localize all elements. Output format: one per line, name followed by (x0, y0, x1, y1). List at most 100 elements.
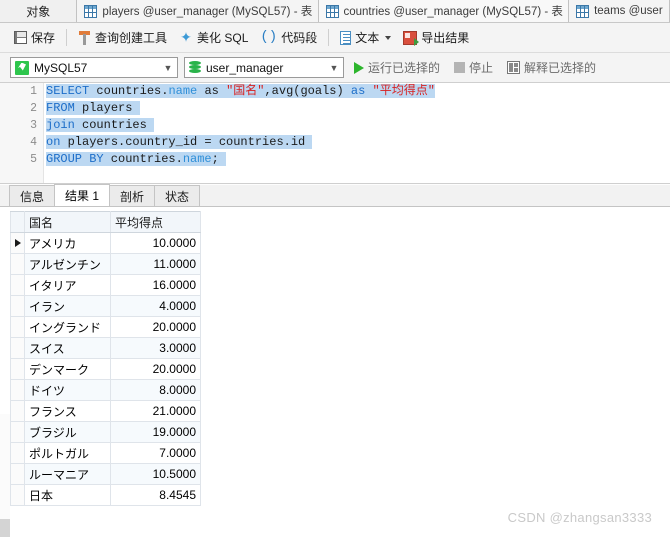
cell-country-name[interactable]: フランス (24, 400, 111, 422)
cell-average-score[interactable]: 10.0000 (110, 232, 201, 254)
navicat-query-window: 对象 players @user_manager (MySQL57) - 表 c… (0, 0, 670, 537)
explain-selected-button[interactable]: 解释已选择的 (503, 57, 600, 79)
save-button[interactable]: 保存 (8, 26, 61, 50)
line-number: 3 (30, 119, 37, 132)
tab-info[interactable]: 信息 (9, 185, 56, 206)
row-selector-cell[interactable] (10, 379, 25, 401)
sql-token: "国名" (226, 84, 265, 98)
document-icon (340, 30, 352, 45)
line-number: 5 (30, 153, 37, 166)
export-result-button[interactable]: 导出结果 (397, 26, 475, 50)
cell-average-score[interactable]: 3.0000 (110, 337, 201, 359)
table-row[interactable]: デンマーク 20.0000 (10, 358, 201, 380)
row-selector-cell[interactable] (10, 295, 25, 317)
cell-average-score[interactable]: 19.0000 (110, 421, 201, 443)
row-selector-cell[interactable] (10, 421, 25, 443)
sql-editor[interactable]: 1 2 3 4 5 SELECT countries.name as "国名",… (0, 83, 670, 184)
cell-country-name[interactable]: 日本 (24, 484, 111, 506)
cell-average-score[interactable]: 10.5000 (110, 463, 201, 485)
beautify-sql-button[interactable]: ✦ 美化 SQL (173, 26, 254, 50)
tab-teams[interactable]: teams @user (569, 0, 670, 22)
cell-country-name[interactable]: アメリカ (24, 232, 111, 254)
cell-average-score[interactable]: 8.0000 (110, 379, 201, 401)
row-selector-cell[interactable] (10, 253, 25, 275)
parentheses-icon: () (260, 29, 278, 45)
cell-average-score[interactable]: 4.0000 (110, 295, 201, 317)
database-select[interactable]: user_manager ▼ (184, 57, 344, 78)
cell-average-score[interactable]: 7.0000 (110, 442, 201, 464)
text-view-button[interactable]: 文本 (334, 26, 397, 50)
watermark: CSDN @zhangsan3333 (507, 510, 652, 525)
row-selector-cell[interactable] (10, 274, 25, 296)
cell-average-score[interactable]: 16.0000 (110, 274, 201, 296)
stop-button[interactable]: 停止 (450, 57, 497, 79)
database-icon (189, 60, 201, 75)
cell-country-name[interactable]: ポルトガル (24, 442, 111, 464)
row-selector-cell[interactable] (10, 484, 25, 506)
cell-average-score[interactable]: 20.0000 (110, 316, 201, 338)
tab-result-1[interactable]: 结果 1 (54, 184, 111, 206)
row-selector-cell[interactable] (10, 316, 25, 338)
tab-status[interactable]: 状态 (154, 185, 201, 206)
cell-country-name[interactable]: イラン (24, 295, 111, 317)
tab-info-label: 信息 (20, 189, 45, 204)
tab-profile[interactable]: 剖析 (109, 185, 156, 206)
result-grid[interactable]: 国名 平均得点 アメリカ 10.0000 アルゼンチン 11.0000 イタリア 16.0… (10, 211, 230, 506)
sql-token: countries (74, 118, 155, 132)
chevron-down-icon[interactable] (385, 35, 392, 40)
explain-icon (507, 61, 521, 74)
cell-average-score[interactable]: 20.0000 (110, 358, 201, 380)
chevron-down-icon[interactable]: ▼ (161, 63, 175, 73)
result-table[interactable]: 国名 平均得点 アメリカ 10.0000 アルゼンチン 11.0000 イタリア 16.0… (10, 211, 201, 506)
cell-average-score[interactable]: 8.4545 (110, 484, 201, 506)
table-row[interactable]: ルーマニア 10.5000 (10, 463, 201, 485)
chevron-down-icon[interactable]: ▼ (327, 63, 341, 73)
cell-country-name[interactable]: ルーマニア (24, 463, 111, 485)
row-selector-cell[interactable] (10, 232, 25, 254)
table-row[interactable]: ポルトガル 7.0000 (10, 442, 201, 464)
sql-code-area[interactable]: SELECT countries.name as "国名",avg(goals)… (46, 83, 670, 183)
table-row[interactable]: フランス 21.0000 (10, 400, 201, 422)
tab-players[interactable]: players @user_manager (MySQL57) - 表 (77, 0, 319, 22)
tab-countries[interactable]: countries @user_manager (MySQL57) - 表 (318, 0, 570, 22)
sql-token: ; (211, 152, 227, 166)
table-row[interactable]: イングランド 20.0000 (10, 316, 201, 338)
sql-token: players (74, 101, 140, 115)
export-result-label: 导出结果 (421, 31, 470, 45)
column-header-country[interactable]: 国名 (24, 211, 111, 233)
cell-average-score[interactable]: 11.0000 (110, 253, 201, 275)
cell-country-name[interactable]: ブラジル (24, 421, 111, 443)
cell-country-name[interactable]: デンマーク (24, 358, 111, 380)
sql-token: players.country_id = countries.id (60, 135, 313, 149)
cell-average-score[interactable]: 21.0000 (110, 400, 201, 422)
cell-country-name[interactable]: イングランド (24, 316, 111, 338)
toolbar-divider (328, 29, 330, 46)
vertical-scrollbar-thumb[interactable] (0, 519, 10, 537)
table-row[interactable]: アメリカ 10.0000 (10, 232, 201, 254)
mysql-dolphin-icon (15, 60, 29, 75)
connection-select[interactable]: MySQL57 ▼ (10, 57, 178, 78)
cell-country-name[interactable]: イタリア (24, 274, 111, 296)
objects-pane-tab[interactable]: 对象 (0, 0, 78, 22)
cell-country-name[interactable]: アルゼンチン (24, 253, 111, 275)
text-view-label: 文本 (355, 31, 380, 45)
cell-country-name[interactable]: ドイツ (24, 379, 111, 401)
row-selector-cell[interactable] (10, 400, 25, 422)
table-row[interactable]: スイス 3.0000 (10, 337, 201, 359)
table-row[interactable]: アルゼンチン 11.0000 (10, 253, 201, 275)
table-row[interactable]: イタリア 16.0000 (10, 274, 201, 296)
row-selector-cell[interactable] (10, 337, 25, 359)
cell-country-name[interactable]: スイス (24, 337, 111, 359)
sql-token: name (182, 152, 212, 166)
table-row[interactable]: ドイツ 8.0000 (10, 379, 201, 401)
row-selector-cell[interactable] (10, 358, 25, 380)
code-snippet-button[interactable]: () 代码段 (254, 26, 323, 50)
table-row[interactable]: ブラジル 19.0000 (10, 421, 201, 443)
run-selected-button[interactable]: 运行已选择的 (350, 57, 444, 79)
column-header-average[interactable]: 平均得点 (110, 211, 201, 233)
row-selector-cell[interactable] (10, 463, 25, 485)
table-row[interactable]: 日本 8.4545 (10, 484, 201, 506)
table-row[interactable]: イラン 4.0000 (10, 295, 201, 317)
query-builder-button[interactable]: 查询创建工具 (72, 26, 173, 50)
row-selector-cell[interactable] (10, 442, 25, 464)
